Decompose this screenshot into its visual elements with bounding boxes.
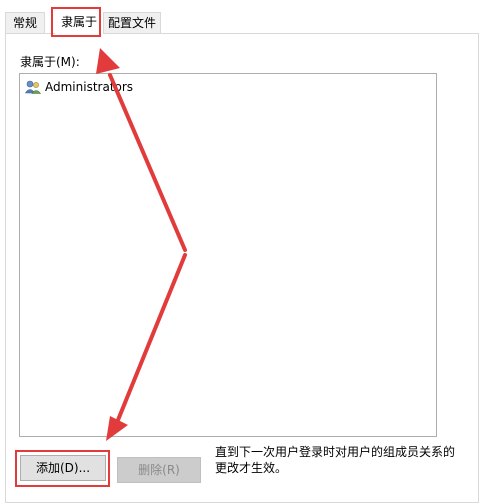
- list-item[interactable]: Administrators: [24, 78, 133, 96]
- member-of-label: 隶属于(M):: [20, 55, 80, 69]
- user-group-icon: [24, 79, 42, 95]
- tab-member-of[interactable]: 隶属于: [55, 9, 103, 35]
- membership-change-note: 直到下一次用户登录时对用户的组成员关系的更改才生效。: [215, 445, 456, 475]
- member-of-listbox[interactable]: [19, 73, 437, 437]
- remove-button: 删除(R): [117, 457, 201, 483]
- list-item-label: Administrators: [45, 80, 134, 94]
- add-button[interactable]: 添加(D)...: [20, 455, 106, 481]
- tab-profile[interactable]: 配置文件: [103, 12, 161, 33]
- tab-general[interactable]: 常规: [5, 12, 45, 33]
